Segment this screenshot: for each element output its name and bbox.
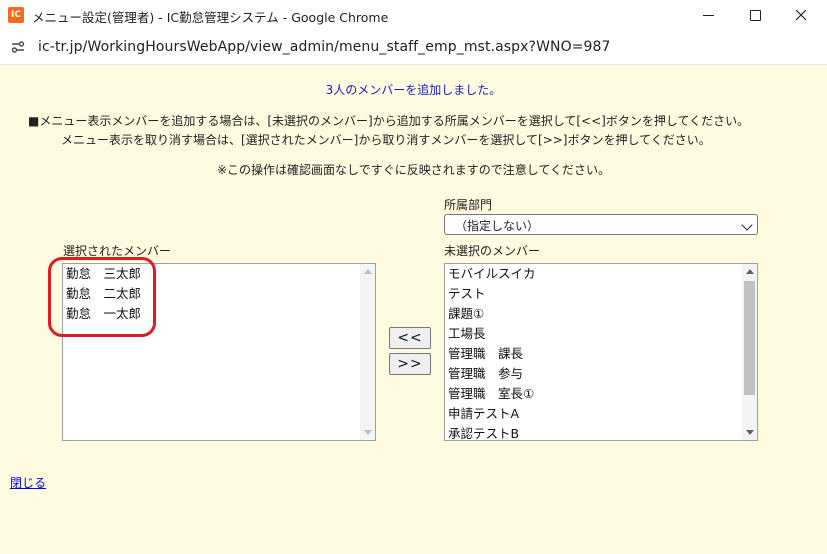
close-icon xyxy=(795,9,807,21)
site-settings-icon[interactable] xyxy=(11,40,25,54)
maximize-button[interactable] xyxy=(732,0,778,30)
list-item[interactable]: 承認テストB xyxy=(445,424,757,440)
list-item[interactable]: 管理職 課長 xyxy=(445,344,757,364)
list-item[interactable]: 管理職 参与 xyxy=(445,364,757,384)
scrollbar-thumb[interactable] xyxy=(744,281,755,395)
scroll-up-icon[interactable] xyxy=(364,269,372,274)
scrollbar[interactable] xyxy=(742,264,757,440)
unselected-members-label: 未選択のメンバー xyxy=(444,244,541,258)
close-link[interactable]: 閉じる xyxy=(10,474,46,491)
list-item[interactable]: 工場長 xyxy=(445,324,757,344)
scroll-up-icon[interactable] xyxy=(746,269,754,274)
scroll-down-icon[interactable] xyxy=(746,430,754,435)
unselected-members-list[interactable]: モバイルスイカ テスト 課題① 工場長 管理職 課長 管理職 参与 管理職 室長… xyxy=(444,263,758,441)
department-select[interactable]: （指定しない） xyxy=(444,214,758,235)
minimize-icon xyxy=(703,15,714,16)
minimize-button[interactable] xyxy=(686,0,732,30)
app-logo-icon: IC xyxy=(8,7,24,23)
warning-note: ※この操作は確認画面なしですぐに反映されますので注意してください。 xyxy=(217,163,610,177)
list-item[interactable]: 課題① xyxy=(445,304,757,324)
highlight-annotation xyxy=(48,257,156,337)
close-window-button[interactable] xyxy=(778,0,824,30)
list-item[interactable]: テスト xyxy=(445,284,757,304)
title-bar: IC メニュー設定(管理者) - IC勤怠管理システム - Google Chr… xyxy=(0,0,827,30)
list-item[interactable]: 管理職 室長① xyxy=(445,384,757,404)
address-bar: ic-tr.jp/WorkingHoursWebApp/view_admin/m… xyxy=(0,30,827,65)
list-item[interactable]: 申請テストA xyxy=(445,404,757,424)
scroll-down-icon[interactable] xyxy=(364,430,372,435)
department-select-value: （指定しない） xyxy=(455,219,540,233)
add-member-button[interactable]: << xyxy=(389,327,431,349)
scrollbar[interactable] xyxy=(360,264,375,440)
window-title: メニュー設定(管理者) - IC勤怠管理システム - Google Chrome xyxy=(32,10,389,25)
chevron-down-icon xyxy=(741,219,753,231)
maximize-icon xyxy=(750,10,761,21)
page-content: 3人のメンバーを追加しました。 ■メニュー表示メンバーを追加する場合は、[未選択… xyxy=(0,65,827,554)
url-text[interactable]: ic-tr.jp/WorkingHoursWebApp/view_admin/m… xyxy=(38,39,611,55)
instruction-remove: メニュー表示を取り消す場合は、[選択されたメンバー]から取り消すメンバーを選択し… xyxy=(61,133,711,147)
list-item[interactable]: モバイルスイカ xyxy=(445,264,757,284)
department-label: 所属部門 xyxy=(444,198,493,212)
remove-member-button[interactable]: >> xyxy=(389,353,431,375)
status-message: 3人のメンバーを追加しました。 xyxy=(325,83,502,97)
instruction-add: ■メニュー表示メンバーを追加する場合は、[未選択のメンバー]から追加する所属メン… xyxy=(28,114,750,128)
